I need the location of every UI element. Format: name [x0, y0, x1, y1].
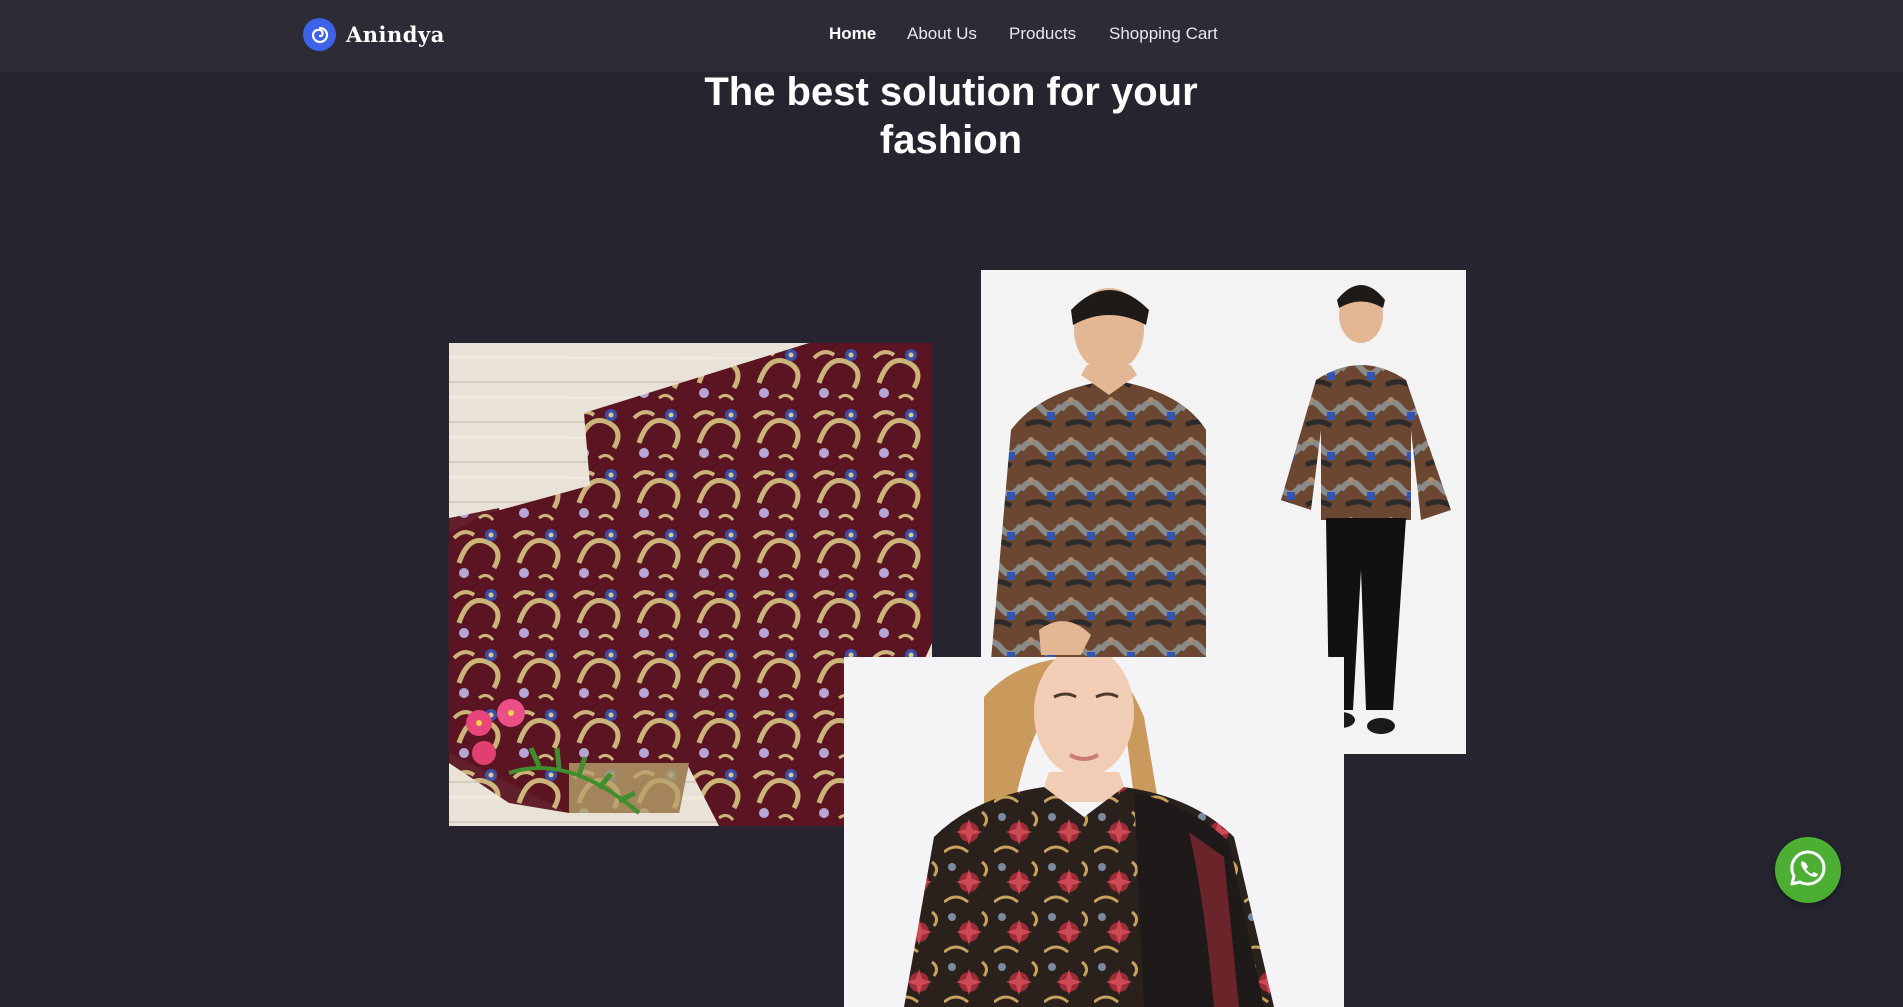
nav-home[interactable]: Home [829, 24, 876, 44]
swirl-logo-icon [303, 18, 336, 51]
brand-name: Anindya [346, 22, 445, 47]
hero-title-line1: The best solution for your [704, 70, 1198, 114]
nav-shopping-cart[interactable]: Shopping Cart [1109, 24, 1218, 44]
nav-products[interactable]: Products [1009, 24, 1076, 44]
navbar: Anindya Home About Us Products Shopping … [0, 0, 1903, 72]
page: Anindya Home About Us Products Shopping … [0, 0, 1903, 1007]
brand-link[interactable]: Anindya [303, 18, 445, 51]
hero-title: The best solution for your fashion [651, 68, 1251, 164]
women-batik-blouse-image [844, 657, 1344, 1007]
whatsapp-icon [1788, 848, 1828, 893]
nav-about-us[interactable]: About Us [907, 24, 977, 44]
hero-title-line2: fashion [879, 118, 1023, 162]
whatsapp-button[interactable] [1775, 837, 1841, 903]
